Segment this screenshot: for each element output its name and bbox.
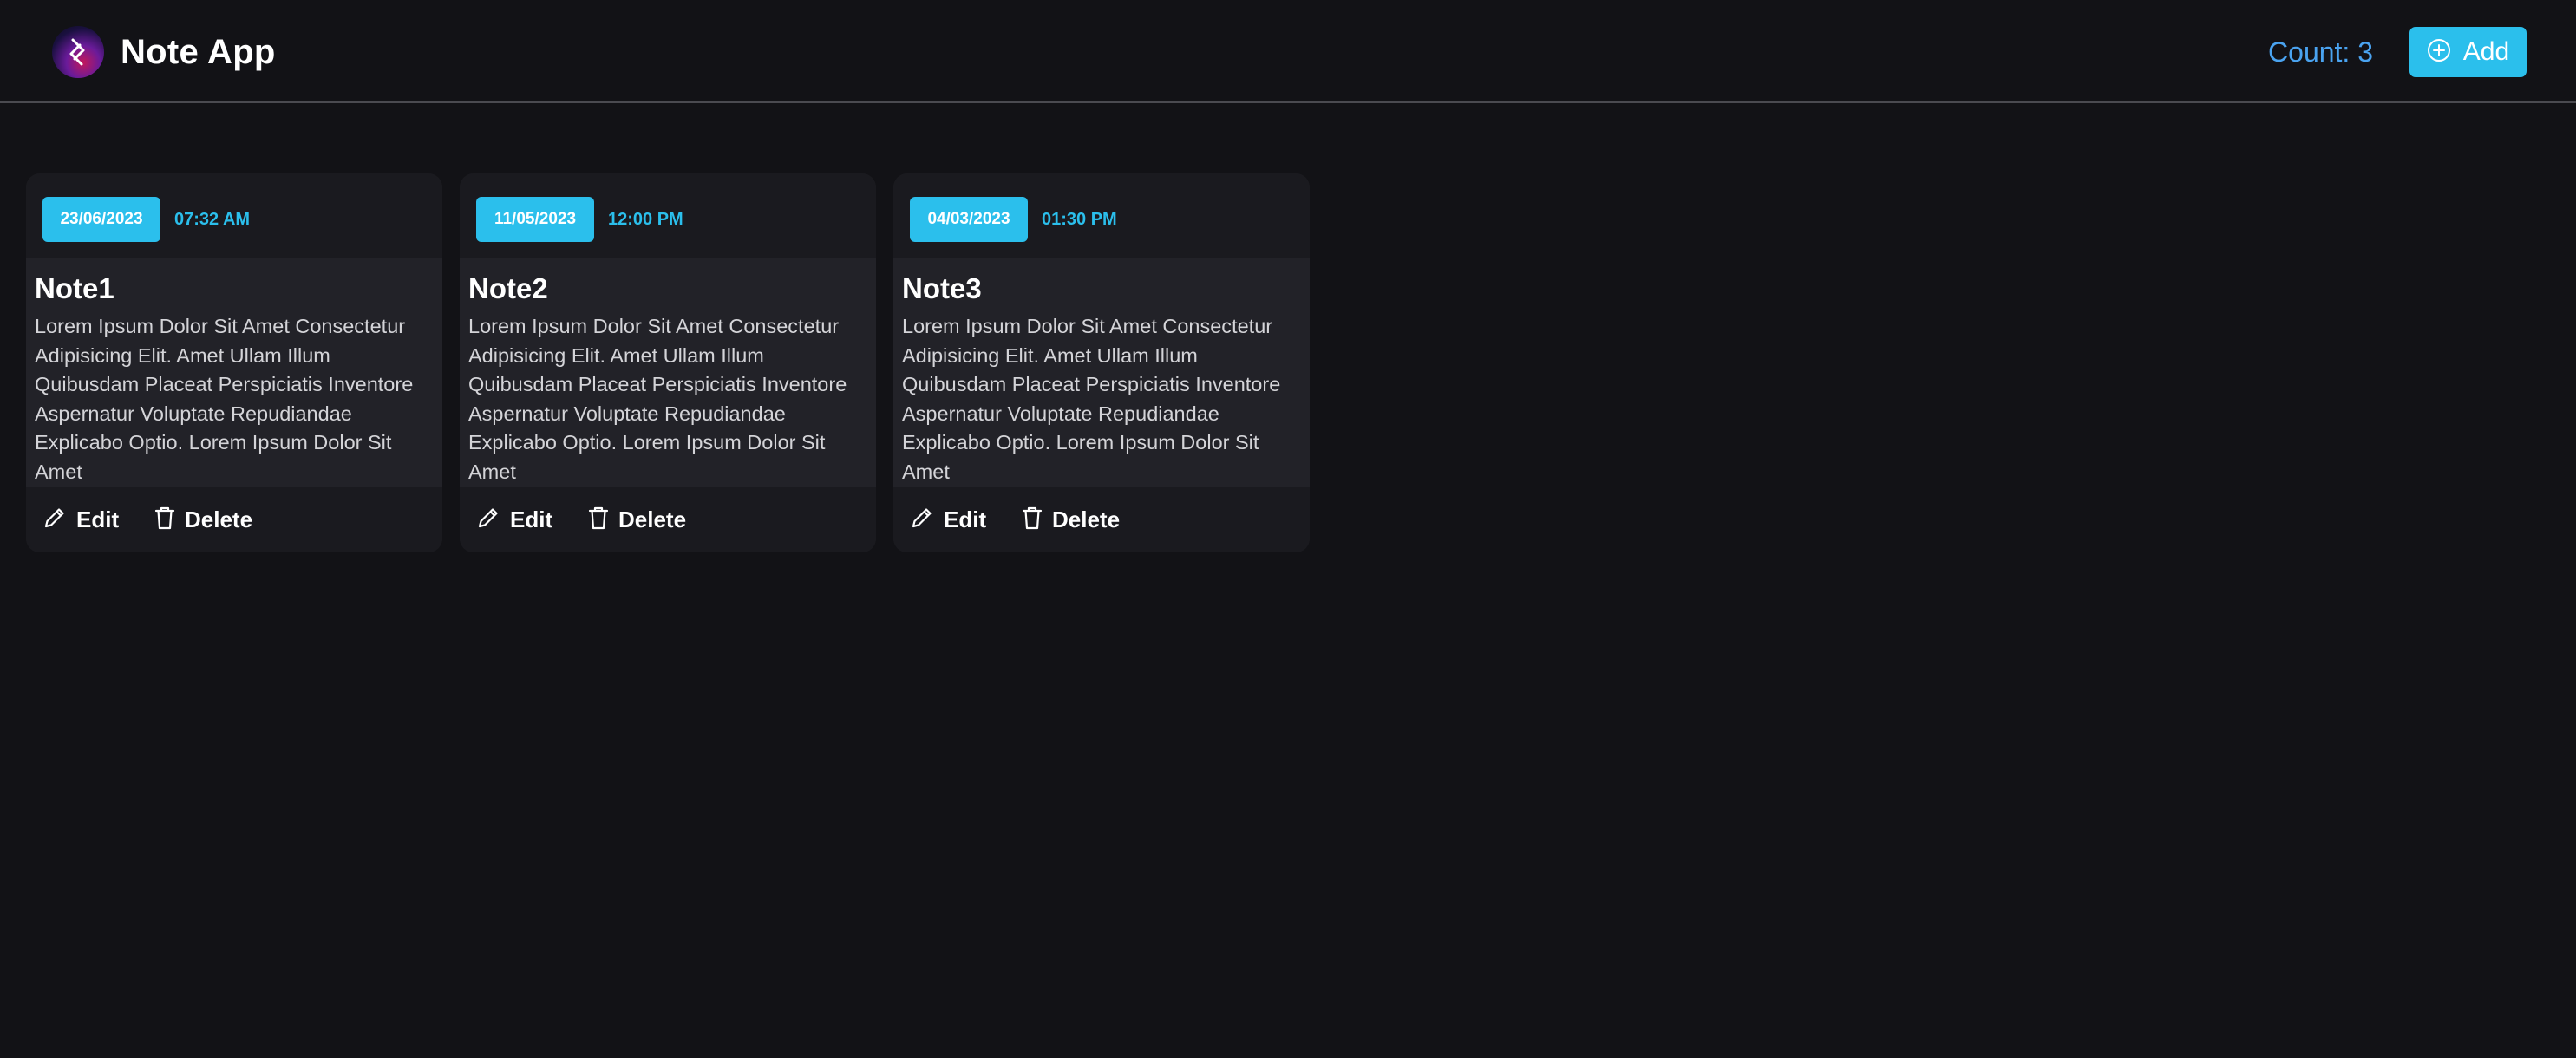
note-content: Note2 Lorem Ipsum Dolor Sit Amet Consect… <box>460 258 876 487</box>
trash-icon <box>154 505 176 535</box>
note-time: 07:32 AM <box>174 210 251 229</box>
edit-button[interactable]: Edit <box>475 505 552 534</box>
note-text: Lorem Ipsum Dolor Sit Amet Consectetur A… <box>35 315 414 483</box>
pencil-icon <box>42 505 68 535</box>
delete-button[interactable]: Delete <box>154 505 252 534</box>
pencil-icon <box>909 505 935 535</box>
edit-label: Edit <box>510 506 553 532</box>
note-card: 04/03/2023 01:30 PM Note3 Lorem Ipsum Do… <box>893 173 1310 552</box>
date-badge: 04/03/2023 <box>910 197 1028 242</box>
add-button[interactable]: Add <box>2409 27 2527 77</box>
plus-circle-icon <box>2427 38 2451 67</box>
note-actions: Edit Delete <box>460 487 876 552</box>
date-badge: 11/05/2023 <box>476 197 594 242</box>
edit-label: Edit <box>944 506 987 532</box>
edit-label: Edit <box>76 506 120 532</box>
note-card: 11/05/2023 12:00 PM Note2 Lorem Ipsum Do… <box>460 173 876 552</box>
trash-icon <box>1021 505 1043 535</box>
note-card: 23/06/2023 07:32 AM Note1 Lorem Ipsum Do… <box>26 173 442 552</box>
note-text: Lorem Ipsum Dolor Sit Amet Consectetur A… <box>468 315 847 483</box>
add-button-label: Add <box>2462 37 2510 66</box>
app-logo <box>52 26 104 78</box>
note-actions: Edit Delete <box>893 487 1310 552</box>
note-title: Note3 <box>902 272 982 304</box>
delete-label: Delete <box>618 506 687 532</box>
note-time: 01:30 PM <box>1042 210 1117 229</box>
trash-icon <box>587 505 610 535</box>
note-title: Note1 <box>35 272 114 304</box>
edit-button[interactable]: Edit <box>42 505 119 534</box>
note-text: Lorem Ipsum Dolor Sit Amet Consectetur A… <box>902 315 1281 483</box>
app-title: Note App <box>121 33 276 71</box>
note-content: Note3 Lorem Ipsum Dolor Sit Amet Consect… <box>893 258 1310 487</box>
note-content: Note1 Lorem Ipsum Dolor Sit Amet Consect… <box>26 258 442 487</box>
note-meta: 11/05/2023 12:00 PM <box>460 173 876 258</box>
pencil-icon <box>475 505 501 535</box>
note-title: Note2 <box>468 272 548 304</box>
app-header: Note App Count: 3 Add <box>0 0 2576 103</box>
note-actions: Edit Delete <box>26 487 442 552</box>
note-count: Count: 3 <box>2268 36 2373 68</box>
delete-label: Delete <box>1052 506 1121 532</box>
edit-button[interactable]: Edit <box>909 505 986 534</box>
note-meta: 04/03/2023 01:30 PM <box>893 173 1310 258</box>
delete-label: Delete <box>185 506 253 532</box>
note-time: 12:00 PM <box>608 210 683 229</box>
delete-button[interactable]: Delete <box>587 505 686 534</box>
date-badge: 23/06/2023 <box>42 197 160 242</box>
note-meta: 23/06/2023 07:32 AM <box>26 173 442 258</box>
delete-button[interactable]: Delete <box>1021 505 1120 534</box>
